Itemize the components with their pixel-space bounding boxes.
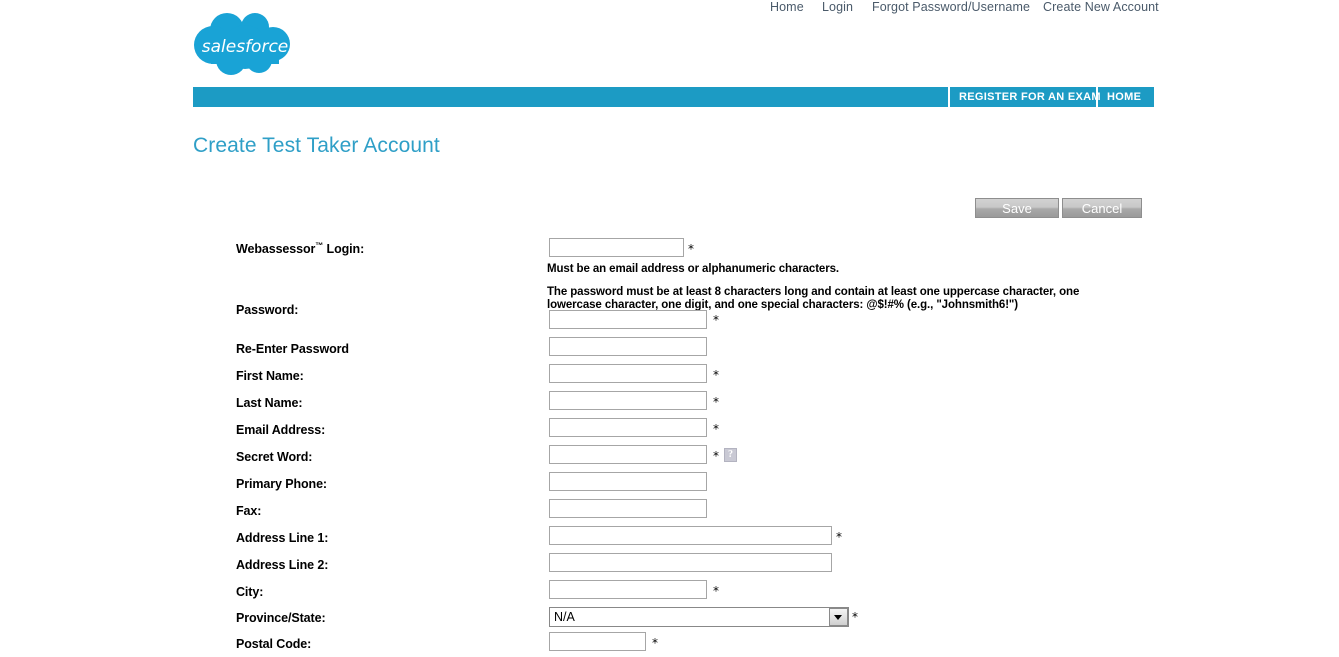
password-input[interactable]: [549, 310, 707, 329]
label-city: City:: [236, 585, 264, 599]
label-secret-word: Secret Word:: [236, 450, 313, 464]
postal-code-input[interactable]: [549, 632, 646, 651]
webassessor-login-input[interactable]: [549, 238, 684, 257]
help-icon[interactable]: ?: [724, 448, 737, 462]
required-marker-address-line-1: *: [836, 530, 842, 544]
label-postal-code: Postal Code:: [236, 637, 312, 651]
required-marker-first-name: *: [713, 368, 719, 382]
city-input[interactable]: [549, 580, 707, 599]
required-marker-province-state: *: [852, 610, 858, 624]
trademark-symbol: ™: [315, 241, 324, 250]
fax-input[interactable]: [549, 499, 707, 518]
required-marker-password: *: [713, 313, 719, 327]
label-address-line-1: Address Line 1:: [236, 531, 329, 545]
label-last-name: Last Name:: [236, 396, 303, 410]
create-test-taker-account-form: Webassessor™ Login: * Must be an email a…: [0, 0, 1339, 657]
first-name-input[interactable]: [549, 364, 707, 383]
primary-phone-input[interactable]: [549, 472, 707, 491]
province-state-select-wrapper: N/A: [549, 607, 849, 627]
login-hint-text: Must be an email address or alphanumeric…: [547, 263, 839, 275]
label-text-webassessor: Webassessor: [236, 242, 316, 257]
required-marker-email-address: *: [713, 422, 719, 436]
address-line-1-input[interactable]: [549, 526, 832, 545]
label-primary-phone: Primary Phone:: [236, 477, 327, 491]
last-name-input[interactable]: [549, 391, 707, 410]
label-text-login: Login:: [323, 242, 365, 257]
required-marker-webassessor-login: *: [688, 242, 694, 256]
label-first-name: First Name:: [236, 369, 304, 383]
label-fax: Fax:: [236, 504, 262, 518]
required-marker-postal-code: *: [652, 636, 658, 650]
required-marker-secret-word: *: [713, 449, 719, 463]
reenter-password-input[interactable]: [549, 337, 707, 356]
label-email-address: Email Address:: [236, 423, 326, 437]
address-line-2-input[interactable]: [549, 553, 832, 572]
label-reenter-password: Re-Enter Password: [236, 342, 349, 356]
label-address-line-2: Address Line 2:: [236, 558, 329, 572]
label-password: Password:: [236, 303, 299, 317]
label-webassessor-login: Webassessor™ Login:: [236, 241, 364, 256]
password-hint-text: The password must be at least 8 characte…: [547, 286, 1080, 311]
secret-word-input[interactable]: [549, 445, 707, 464]
label-province-state: Province/State:: [236, 611, 326, 625]
province-state-select[interactable]: N/A: [549, 607, 849, 627]
required-marker-last-name: *: [713, 395, 719, 409]
required-marker-city: *: [713, 584, 719, 598]
email-address-input[interactable]: [549, 418, 707, 437]
